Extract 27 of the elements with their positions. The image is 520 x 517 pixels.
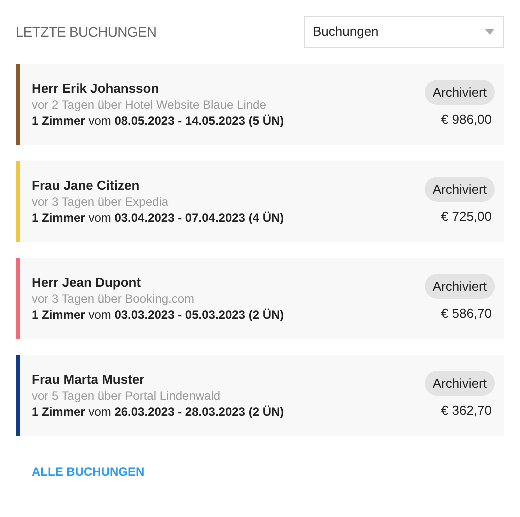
- status-badge: Archiviert: [424, 274, 495, 299]
- booking-price: € 725,00: [441, 208, 493, 226]
- booking-source: vor 2 Tagen über Hotel Website Blaue Linde: [32, 96, 268, 112]
- booking-details: 1 Zimmer vom 03.04.2023 - 07.04.2023 (4 ÜN): [32, 210, 284, 226]
- booking-source: vor 3 Tagen über Expedia: [32, 194, 170, 210]
- booking-source: vor 3 Tagen über Booking.com: [32, 290, 196, 306]
- booking-price: € 586,70: [441, 305, 493, 323]
- booking-price: € 362,70: [441, 402, 493, 420]
- filter-dropdown[interactable]: Buchungen: [304, 16, 504, 48]
- booking-price: € 986,00: [441, 111, 493, 129]
- booking-card[interactable]: Herr Jean Dupont vor 3 Tagen über Booking.com 1 Zimmer vom 03.03.2023 - 05.03.2023 (2 ÜN) Archiviert € 586,70: [16, 258, 504, 339]
- booking-card[interactable]: Frau Jane Citizen vor 3 Tagen über Expedia 1 Zimmer vom 03.04.2023 - 07.04.2023 (4 ÜN) Archiviert € 725,00: [16, 161, 504, 242]
- status-badge: Archiviert: [424, 80, 495, 105]
- booking-card[interactable]: Herr Erik Johansson vor 2 Tagen über Hotel Website Blaue Linde 1 Zimmer vom 08.05.2023 - 14.05.2023 (5 ÜN) Archiviert € 986,00: [16, 64, 504, 145]
- section-title: LETZTE BUCHUNGEN: [16, 22, 157, 42]
- status-badge: Archiviert: [424, 176, 495, 202]
- guest-name: Frau Jane Citizen: [32, 178, 141, 194]
- caret-icon: [485, 29, 495, 35]
- guest-name: Frau Marta Muster: [32, 372, 146, 388]
- booking-source: vor 5 Tagen über Portal Lindenwald: [32, 388, 222, 404]
- booking-details: 1 Zimmer vom 08.05.2023 - 14.05.2023 (5 ÜN): [32, 112, 284, 128]
- booking-card[interactable]: Frau Marta Muster vor 5 Tagen über Portal Lindenwald 1 Zimmer vom 26.03.2023 - 28.03.2023 (2 ÜN) Archiviert € 362,70: [16, 355, 504, 436]
- booking-details: 1 Zimmer vom 26.03.2023 - 28.03.2023 (2 ÜN): [32, 404, 284, 420]
- guest-name: Herr Erik Johansson: [32, 80, 160, 96]
- guest-name: Herr Jean Dupont: [32, 274, 142, 290]
- booking-details: 1 Zimmer vom 03.03.2023 - 05.03.2023 (2 ÜN): [32, 306, 284, 322]
- status-badge: Archiviert: [424, 370, 495, 396]
